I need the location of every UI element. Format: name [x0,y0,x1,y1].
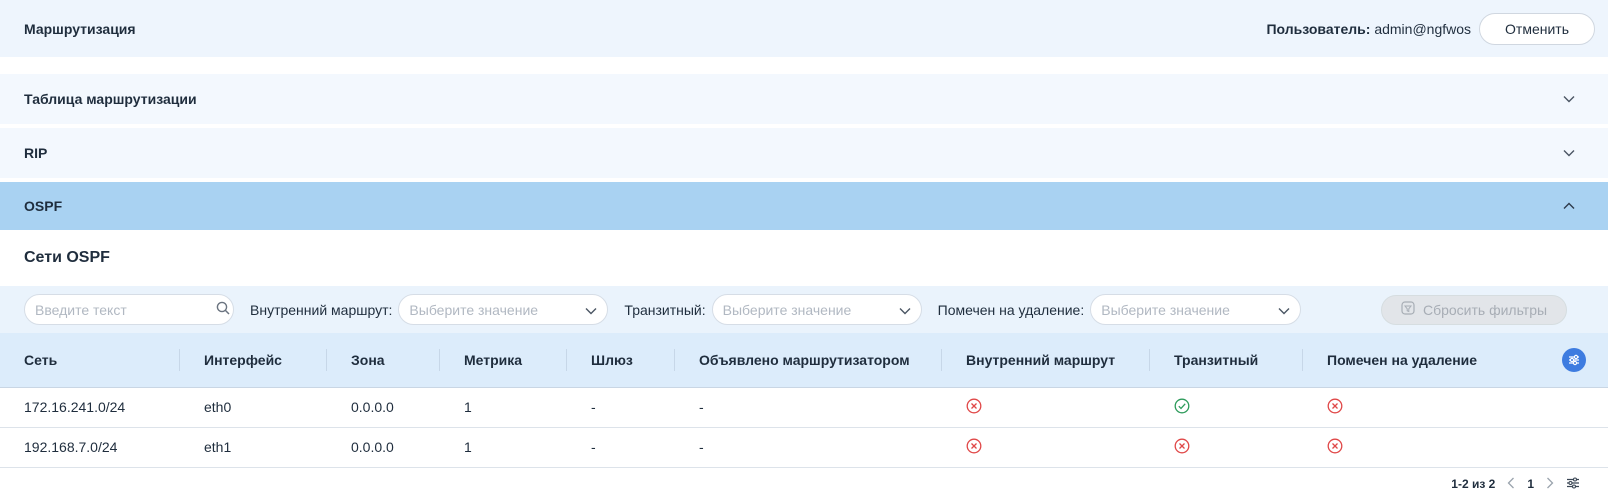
cancel-button[interactable]: Отменить [1479,12,1595,45]
pagination-range: 1-2 из 2 [1451,477,1496,491]
current-page[interactable]: 1 [1527,477,1534,491]
cell-metric: 1 [464,439,472,455]
select-placeholder: Выберите значение [722,301,852,318]
chevron-down-icon [1562,92,1576,106]
accordion-label: OSPF [24,198,63,214]
cell-zone: 0.0.0.0 [351,399,394,415]
pagination-settings-icon[interactable] [1566,476,1580,493]
table-header-row: Сеть Интерфейс Зона Метрика Шлюз Объявле… [0,333,1608,388]
cell-metric: 1 [464,399,472,415]
cell-interface: eth0 [204,399,232,415]
column-settings-icon[interactable] [1562,348,1586,372]
cell-gateway: - [591,399,596,415]
chevron-up-icon [1562,199,1576,213]
column-header-network[interactable]: Сеть [0,333,180,388]
ospf-networks-table: Сеть Интерфейс Зона Метрика Шлюз Объявле… [0,333,1608,468]
cross-circle-icon [1327,398,1343,417]
accordion-ospf[interactable]: OSPF [0,182,1608,230]
column-header-transit[interactable]: Транзитный [1150,333,1303,388]
section-title: Сети OSPF [24,249,110,266]
filter-bar: Внутренний маршрут: Выберите значение Тр… [0,286,1608,333]
table-row[interactable]: 192.168.7.0/24 eth1 0.0.0.0 1 - - [0,427,1608,467]
cell-zone: 0.0.0.0 [351,439,394,455]
column-header-interface[interactable]: Интерфейс [180,333,327,388]
column-header-marked-delete[interactable]: Помечен на удаление [1303,333,1608,388]
table-row[interactable]: 172.16.241.0/24 eth0 0.0.0.0 1 - - [0,387,1608,427]
search-input[interactable] [35,301,216,318]
cross-circle-icon [966,438,982,457]
filter-label-transit: Транзитный: [624,301,706,318]
cross-circle-icon [1327,438,1343,457]
cell-gateway: - [591,439,596,455]
top-bar: Маршрутизация Пользователь: admin@ngfwos… [0,0,1608,57]
page-title: Маршрутизация [24,20,136,37]
cross-circle-icon [966,398,982,417]
filter-transit-select[interactable]: Выберите значение [711,294,922,325]
chevron-down-icon [585,302,597,318]
reset-filter-icon [1401,301,1415,318]
user-info: Пользователь: admin@ngfwos [1266,21,1471,37]
accordion-label: RIP [24,145,48,161]
select-placeholder: Выберите значение [409,301,539,318]
user-label: Пользователь: [1266,20,1371,37]
cell-marked-delete [1303,387,1608,427]
filter-marked-delete-select[interactable]: Выберите значение [1090,294,1302,325]
cell-network: 172.16.241.0/24 [24,399,126,415]
chevron-down-icon [1562,146,1576,160]
column-header-metric[interactable]: Метрика [440,333,567,388]
cell-internal-route [942,427,1150,467]
reset-filters-label: Сбросить фильтры [1422,301,1548,318]
column-header-zone[interactable]: Зона [327,333,440,388]
column-header-gateway[interactable]: Шлюз [567,333,675,388]
user-name: admin@ngfwos [1374,20,1472,37]
cell-interface: eth1 [204,439,232,455]
cell-internal-route [942,387,1150,427]
filter-label-internal: Внутренний маршрут: [250,301,393,318]
next-page-icon[interactable] [1546,477,1554,492]
filter-internal-select[interactable]: Выберите значение [398,294,609,325]
filter-label-marked-delete: Помечен на удаление: [937,301,1085,318]
column-header-internal-route[interactable]: Внутренний маршрут [942,333,1150,388]
cell-transit [1150,427,1303,467]
search-box [24,294,234,325]
column-header-announced-by[interactable]: Объявлено маршрутизатором [675,333,942,388]
accordion-rip[interactable]: RIP [0,128,1608,178]
reset-filters-button[interactable]: Сбросить фильтры [1381,294,1567,325]
cell-marked-delete [1303,427,1608,467]
check-circle-icon [1174,398,1190,417]
chevron-down-icon [1278,302,1290,318]
chevron-down-icon [899,302,911,318]
prev-page-icon[interactable] [1507,477,1515,492]
search-icon[interactable] [216,301,230,318]
pagination: 1-2 из 2 1 [0,468,1608,500]
cell-announced-by: - [699,399,704,415]
cross-circle-icon [1174,438,1190,457]
accordion-routing-table[interactable]: Таблица маршрутизации [0,74,1608,124]
cell-network: 192.168.7.0/24 [24,439,118,455]
cell-transit [1150,387,1303,427]
accordion-label: Таблица маршрутизации [24,91,197,107]
cell-announced-by: - [699,439,704,455]
select-placeholder: Выберите значение [1101,301,1230,318]
